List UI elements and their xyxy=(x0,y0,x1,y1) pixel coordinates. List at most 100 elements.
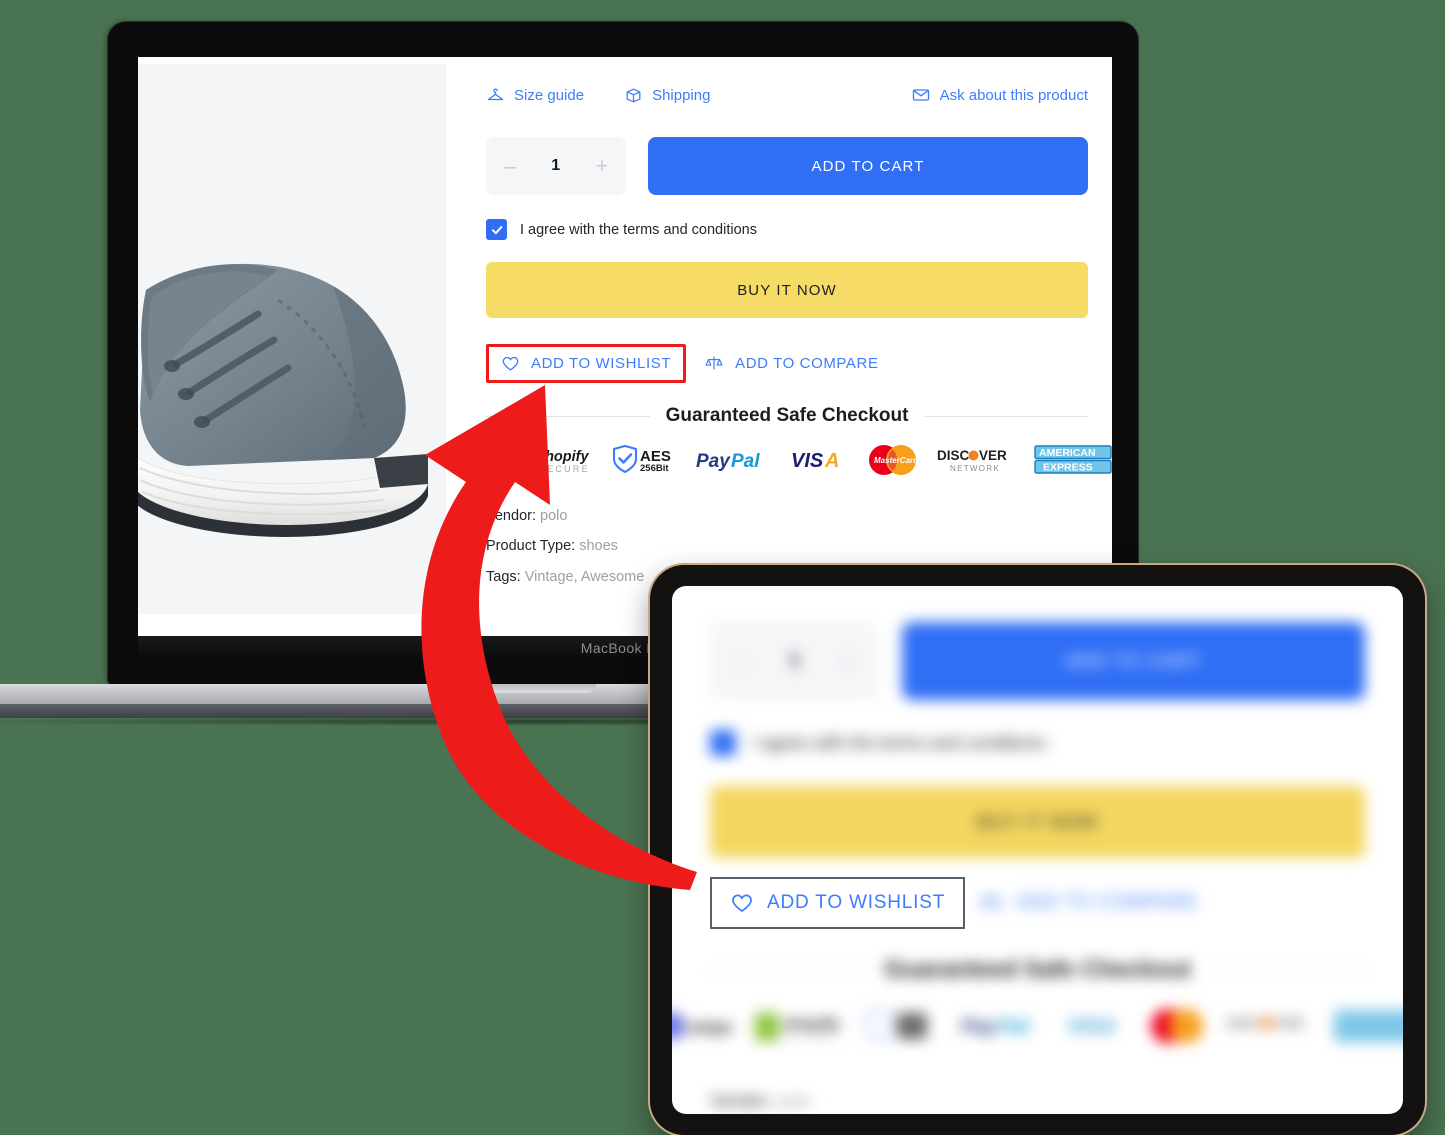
scales-icon xyxy=(705,356,723,370)
attribute-vendor-value: polo xyxy=(540,508,568,524)
tablet-quantity-increment-button[interactable]: + xyxy=(841,646,856,677)
tablet-add-to-compare-button[interactable]: ADD TO COMPARE xyxy=(975,879,1202,927)
add-to-compare-button[interactable]: ADD TO COMPARE xyxy=(694,346,888,381)
svg-text:AMERICAN: AMERICAN xyxy=(1039,447,1096,459)
tablet-safe-checkout-title: Guaranteed Safe Checkout xyxy=(884,956,1191,983)
attribute-product-type-value: shoes xyxy=(579,538,618,555)
safe-checkout-title: Guaranteed Safe Checkout xyxy=(665,405,909,426)
tablet-purchase-row: – 1 + ADD TO CART xyxy=(710,622,1365,700)
product-meta-links: Size guide Shipping Ask about this produ… xyxy=(486,85,1088,105)
secondary-actions: ADD TO WISHLIST ADD TO COMPARE xyxy=(486,344,1088,383)
quantity-increment-button[interactable]: + xyxy=(596,156,608,177)
add-to-wishlist-button[interactable]: ADD TO WISHLIST xyxy=(486,344,687,383)
check-icon xyxy=(491,225,502,234)
add-to-wishlist-label: ADD TO WISHLIST xyxy=(531,355,672,372)
tablet-terms-checkbox[interactable] xyxy=(710,730,736,756)
shipping-label: Shipping xyxy=(652,86,711,104)
terms-row[interactable]: I agree with the terms and conditions xyxy=(486,219,1088,240)
tablet-badge-aes-256bit xyxy=(864,1004,941,1048)
badge-mastercard: MasterCard xyxy=(866,443,920,477)
svg-text:Pal: Pal xyxy=(999,1016,1029,1038)
tablet-badge-shopify-secure: shopify SECURE xyxy=(753,1004,845,1048)
svg-text:EXPRESS: EXPRESS xyxy=(1043,462,1093,474)
tablet-terms-row[interactable]: I agree with the terms and conditions xyxy=(710,730,1365,756)
badge-aes-256bit: AES 256Bit xyxy=(612,443,679,477)
svg-text:stripe: stripe xyxy=(686,1018,732,1037)
tablet-badge-discover: DISC VER xyxy=(1227,1004,1313,1048)
svg-text:e: e xyxy=(471,451,480,470)
svg-text:shopify: shopify xyxy=(537,449,589,465)
tablet-screen: – 1 + ADD TO CART I agree with the terms… xyxy=(672,586,1403,1114)
purchase-row: – 1 + ADD TO CART xyxy=(486,137,1088,195)
svg-text:SECURE: SECURE xyxy=(785,1033,837,1043)
tablet-page-lower: Guaranteed Safe Checkout stripe shopify … xyxy=(672,956,1403,1114)
product-image[interactable] xyxy=(138,64,446,614)
quantity-stepper[interactable]: – 1 + xyxy=(486,137,626,195)
divider-left xyxy=(486,415,650,417)
svg-text:VISA: VISA xyxy=(1067,1015,1116,1038)
tablet-attribute-vendor: Vendor: polo xyxy=(710,1082,1365,1114)
tablet-badge-stripe: stripe xyxy=(672,1004,733,1048)
size-guide-link[interactable]: Size guide xyxy=(486,86,584,105)
heart-icon xyxy=(732,894,752,912)
envelope-icon xyxy=(912,89,929,101)
product-gallery xyxy=(138,57,446,660)
quantity-decrement-button[interactable]: – xyxy=(504,156,516,177)
svg-text:VIS: VIS xyxy=(791,450,824,472)
payment-badges: e shopify SECURE AES 256Bit Pay Pal VIS … xyxy=(471,443,1112,477)
svg-text:Pal: Pal xyxy=(731,451,760,472)
hanger-icon xyxy=(487,88,504,100)
tablet-badge-american-express xyxy=(1333,1004,1403,1048)
svg-text:A: A xyxy=(824,450,839,472)
tablet-add-to-compare-label: ADD TO COMPARE xyxy=(1016,892,1199,913)
terms-checkbox[interactable] xyxy=(486,219,507,240)
svg-text:Pay: Pay xyxy=(696,451,731,472)
badge-american-express: AMERICAN EXPRESS xyxy=(1033,443,1112,477)
badge-visa: VIS A xyxy=(791,443,849,477)
attribute-tags-key: Tags: xyxy=(486,568,521,585)
ask-about-product-label: Ask about this product xyxy=(939,86,1088,104)
tablet-quantity-stepper[interactable]: – 1 + xyxy=(710,622,880,700)
tablet-product-attributes: Vendor: polo Product Type: shoes xyxy=(710,1082,1365,1114)
laptop-lid-notch xyxy=(446,684,596,693)
badge-shopify-secure: shopify SECURE xyxy=(512,443,596,477)
badge-paypal: Pay Pal xyxy=(696,443,774,477)
size-guide-label: Size guide xyxy=(514,86,585,104)
tablet-terms-label: I agree with the terms and conditions xyxy=(752,732,1047,753)
tablet-badge-paypal: Pay Pal xyxy=(961,1004,1047,1048)
badge-discover: DISC VER NETWORK xyxy=(937,443,1017,477)
attribute-tags-value: Vintage, Awesome xyxy=(524,568,645,585)
quantity-value: 1 xyxy=(551,157,561,174)
shipping-link[interactable]: Shipping xyxy=(624,86,710,105)
svg-text:DISC: DISC xyxy=(1227,1015,1260,1031)
tablet-badge-visa: VISA xyxy=(1067,1004,1129,1048)
tablet-secondary-actions: ADD TO WISHLIST ADD TO COMPARE xyxy=(710,877,1202,929)
box-icon xyxy=(626,88,641,102)
add-to-cart-button[interactable]: ADD TO CART xyxy=(648,137,1088,195)
safe-checkout-header: Guaranteed Safe Checkout xyxy=(486,405,1088,427)
tablet-safe-checkout-header: Guaranteed Safe Checkout xyxy=(710,956,1365,984)
divider-right xyxy=(924,415,1088,417)
tablet-device: – 1 + ADD TO CART I agree with the terms… xyxy=(650,565,1425,1135)
tablet-add-to-wishlist-label: ADD TO WISHLIST xyxy=(767,892,946,913)
scales-icon xyxy=(980,894,1002,911)
terms-label: I agree with the terms and conditions xyxy=(520,221,757,238)
attribute-product-type: Product Type: shoes xyxy=(486,531,1088,561)
attribute-product-type-key: Product Type: xyxy=(486,538,576,555)
svg-text:shopify: shopify xyxy=(783,1016,841,1033)
tablet-quantity-decrement-button[interactable]: – xyxy=(734,646,748,677)
badge-stripe: e xyxy=(471,443,495,477)
heart-icon xyxy=(502,356,519,371)
tablet-page-upper: – 1 + ADD TO CART I agree with the terms… xyxy=(672,586,1403,892)
tablet-badge-mastercard xyxy=(1149,1004,1207,1048)
attribute-vendor-key: Vendor: xyxy=(486,508,536,524)
tablet-add-to-wishlist-button[interactable]: ADD TO WISHLIST xyxy=(710,877,966,929)
ask-about-product-link[interactable]: Ask about this product xyxy=(911,85,1088,105)
buy-it-now-button[interactable]: BUY IT NOW xyxy=(486,262,1088,318)
tablet-add-to-cart-button[interactable]: ADD TO CART xyxy=(902,622,1365,700)
svg-text:VER: VER xyxy=(1275,1015,1304,1031)
svg-text:NETWORK: NETWORK xyxy=(950,464,1000,473)
tablet-attribute-vendor-key: Vendor: xyxy=(710,1091,773,1111)
tablet-payment-badges: stripe shopify SECURE Pay Pal VISA DISC … xyxy=(672,1004,1403,1048)
tablet-buy-it-now-button[interactable]: BUY IT NOW xyxy=(710,786,1365,858)
